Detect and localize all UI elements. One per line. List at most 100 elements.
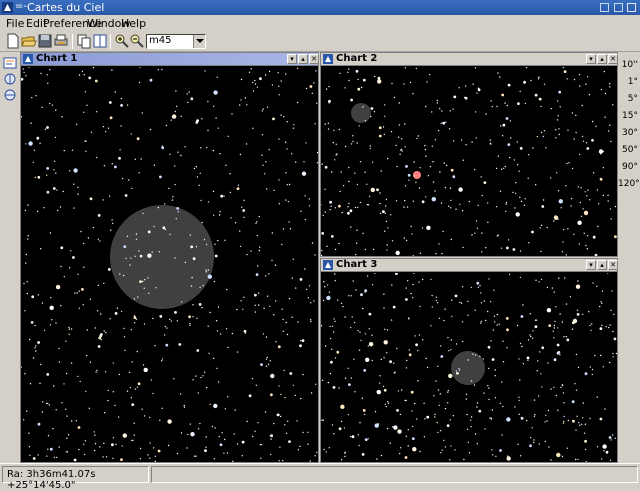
new-chart-icon[interactable] xyxy=(5,33,21,49)
star xyxy=(28,67,30,68)
chart-title-bar[interactable]: Chart 3 ▾ ▴ ✕ xyxy=(321,259,618,272)
close-icon[interactable]: ✕ xyxy=(608,260,618,270)
star xyxy=(157,206,160,209)
menu-file[interactable]: File xyxy=(6,17,24,30)
sky-chart[interactable] xyxy=(21,67,318,462)
star xyxy=(329,208,331,211)
title-bar[interactable]: =- Cartes du Ciel xyxy=(0,0,640,15)
star xyxy=(73,168,78,173)
star xyxy=(572,419,575,423)
copy-icon[interactable] xyxy=(76,33,92,49)
fov-button[interactable]: 1° xyxy=(618,77,640,87)
tile-icon[interactable] xyxy=(92,33,108,49)
sky-chart[interactable] xyxy=(321,67,617,256)
close-icon[interactable]: ✕ xyxy=(309,54,319,64)
chart-icon[interactable] xyxy=(323,54,333,64)
close-icon[interactable] xyxy=(627,3,636,12)
star xyxy=(97,214,101,217)
chart-title: Chart 2 xyxy=(336,53,378,64)
open-icon[interactable] xyxy=(21,33,37,49)
chart-icon[interactable] xyxy=(23,54,33,64)
star xyxy=(426,415,430,419)
star xyxy=(46,190,50,194)
chart-settings-icon[interactable] xyxy=(3,56,17,70)
menu-help[interactable]: Help xyxy=(121,17,146,30)
maximize-icon[interactable]: ▴ xyxy=(597,260,607,270)
chart-title-bar[interactable]: Chart 1 ▾ ▴ ✕ xyxy=(21,53,319,66)
star xyxy=(324,211,326,213)
star xyxy=(149,78,153,82)
star xyxy=(212,190,215,193)
star xyxy=(562,392,565,394)
fov-button[interactable]: 10'' xyxy=(618,60,640,70)
chevron-down-icon[interactable] xyxy=(193,35,205,48)
star xyxy=(102,456,104,458)
star xyxy=(331,325,334,327)
star xyxy=(468,452,471,454)
star xyxy=(213,458,215,460)
maximize-icon[interactable]: ▴ xyxy=(597,54,607,64)
star xyxy=(517,443,519,446)
maximize-icon[interactable] xyxy=(614,3,623,12)
flip-horizontal-icon[interactable] xyxy=(3,88,17,102)
star xyxy=(571,112,574,114)
star xyxy=(214,427,216,429)
chart-window-3[interactable]: Chart 3 ▾ ▴ ✕ xyxy=(320,258,618,463)
star xyxy=(29,338,31,341)
fov-button[interactable]: 30° xyxy=(618,128,640,138)
star xyxy=(78,290,80,292)
flip-vertical-icon[interactable] xyxy=(3,72,17,86)
star xyxy=(600,301,602,303)
star xyxy=(331,171,333,173)
star xyxy=(464,96,468,100)
chart-window-2[interactable]: Chart 2 ▾ ▴ ✕ xyxy=(320,52,618,257)
chart-title-bar[interactable]: Chart 2 ▾ ▴ ✕ xyxy=(321,53,618,66)
star xyxy=(383,388,387,392)
maximize-icon[interactable]: ▴ xyxy=(298,54,308,64)
sky-chart[interactable] xyxy=(321,273,617,462)
star xyxy=(408,318,410,320)
minimize-icon[interactable]: ▾ xyxy=(586,260,596,270)
star xyxy=(299,344,302,348)
close-icon[interactable]: ✕ xyxy=(608,54,618,64)
star xyxy=(505,317,509,320)
star xyxy=(333,331,335,333)
chart-icon[interactable] xyxy=(323,260,333,270)
star xyxy=(278,460,280,462)
fov-button[interactable]: 5° xyxy=(618,94,640,104)
star xyxy=(588,94,591,96)
star xyxy=(219,443,223,447)
star xyxy=(521,345,523,348)
print-icon[interactable] xyxy=(53,33,69,49)
minimize-icon[interactable] xyxy=(600,3,609,12)
object-search-combo[interactable]: m45 xyxy=(146,34,206,49)
star xyxy=(413,273,415,274)
minimize-icon[interactable]: ▾ xyxy=(586,54,596,64)
star xyxy=(504,165,506,168)
zoom-in-icon[interactable] xyxy=(114,33,130,49)
search-value[interactable]: m45 xyxy=(149,35,171,46)
app-icon[interactable] xyxy=(2,2,13,13)
star xyxy=(546,286,549,289)
fov-button[interactable]: 120° xyxy=(618,179,640,189)
star xyxy=(219,210,221,213)
star xyxy=(424,149,427,151)
star xyxy=(190,285,193,287)
star xyxy=(324,123,326,125)
fov-button[interactable]: 90° xyxy=(618,162,640,172)
star xyxy=(217,239,219,242)
chart-window-1[interactable]: Chart 1 ▾ ▴ ✕ xyxy=(20,52,319,463)
fov-button[interactable]: 50° xyxy=(618,145,640,155)
star xyxy=(589,366,591,368)
star xyxy=(364,289,368,292)
zoom-out-icon[interactable] xyxy=(129,33,145,49)
star xyxy=(524,102,527,105)
star xyxy=(612,356,614,358)
save-icon[interactable] xyxy=(37,33,53,49)
window-menu-glyph[interactable]: =- xyxy=(15,1,27,12)
fov-button[interactable]: 15° xyxy=(618,111,640,121)
star xyxy=(599,305,601,308)
star xyxy=(434,139,437,141)
star xyxy=(243,329,247,333)
minimize-icon[interactable]: ▾ xyxy=(287,54,297,64)
